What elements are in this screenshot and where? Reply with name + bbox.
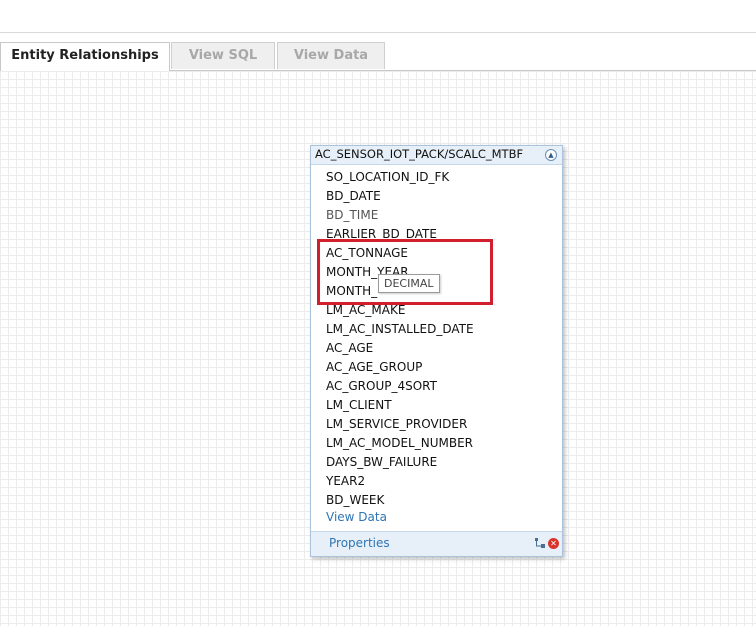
close-icon[interactable]: ✕ — [548, 538, 559, 549]
top-bar — [0, 0, 756, 33]
entity-header[interactable]: AC_SENSOR_IOT_PACK/SCALC_MTBF ▲ — [311, 146, 562, 165]
column-item[interactable]: AC_AGE_GROUP — [326, 358, 474, 377]
highlight-box — [317, 239, 493, 305]
column-item[interactable]: SO_LOCATION_ID_FK — [326, 168, 474, 187]
column-item[interactable]: LM_CLIENT — [326, 396, 474, 415]
tab-view-data[interactable]: View Data — [277, 42, 385, 69]
entity-title: AC_SENSOR_IOT_PACK/SCALC_MTBF — [315, 147, 524, 161]
tab-view-sql[interactable]: View SQL — [171, 42, 275, 69]
column-item[interactable]: LM_AC_MODEL_NUMBER — [326, 434, 474, 453]
tab-entity-relationships[interactable]: Entity Relationships — [0, 42, 170, 71]
chevron-up-icon[interactable]: ▲ — [545, 149, 557, 161]
column-item[interactable]: BD_DATE — [326, 187, 474, 206]
column-item[interactable]: BD_WEEK — [326, 491, 474, 510]
column-item[interactable]: AC_AGE — [326, 339, 474, 358]
entity-box[interactable]: AC_SENSOR_IOT_PACK/SCALC_MTBF ▲ SO_LOCAT… — [310, 145, 563, 557]
column-item[interactable]: LM_SERVICE_PROVIDER — [326, 415, 474, 434]
properties-link[interactable]: Properties — [329, 536, 390, 550]
column-item[interactable]: LM_AC_INSTALLED_DATE — [326, 320, 474, 339]
column-item[interactable]: DAYS_BW_FAILURE — [326, 453, 474, 472]
hierarchy-icon[interactable] — [535, 538, 545, 548]
column-item[interactable]: AC_GROUP_4SORT — [326, 377, 474, 396]
entity-footer: Properties ✕ — [311, 531, 562, 556]
column-item[interactable]: BD_TIME — [326, 206, 474, 225]
column-item[interactable]: YEAR2 — [326, 472, 474, 491]
datatype-tooltip: DECIMAL — [378, 274, 440, 293]
tab-strip: Entity Relationships View SQL View Data — [0, 42, 756, 71]
view-data-link[interactable]: View Data — [326, 510, 387, 524]
column-list: SO_LOCATION_ID_FK BD_DATE BD_TIME EARLIE… — [326, 168, 474, 510]
